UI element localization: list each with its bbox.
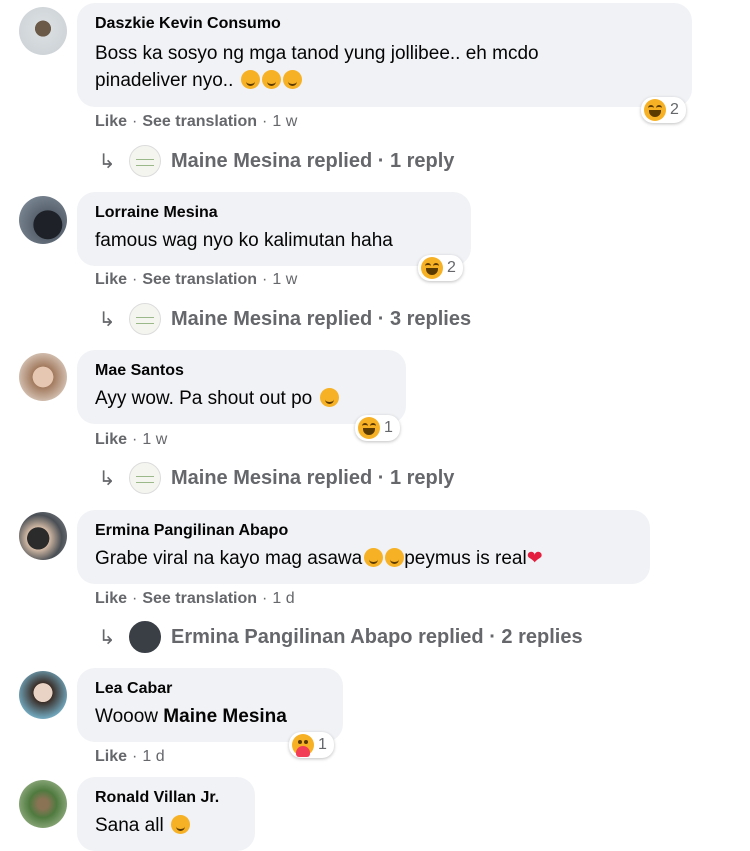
timestamp[interactable]: 1 d: [142, 747, 164, 767]
avatar[interactable]: [19, 7, 67, 55]
reaction-count: 1: [384, 419, 393, 436]
comment-bubble: Lea Cabar Wooow Maine Mesina: [77, 668, 343, 742]
comment-author[interactable]: Lea Cabar: [95, 679, 325, 699]
separator: ·: [132, 748, 138, 765]
comment-bubble: Ronald Villan Jr. Sana all: [77, 777, 255, 851]
mention-link[interactable]: Maine Mesina: [163, 706, 287, 727]
reaction-summary[interactable]: 1: [355, 415, 400, 441]
reaction-summary[interactable]: 1: [289, 732, 334, 758]
replier-avatar: [129, 621, 161, 653]
replier-avatar: [129, 462, 161, 494]
reply-arrow-icon: ↳: [98, 308, 116, 331]
rofl-emoji-icon: [385, 548, 405, 567]
haha-icon: [421, 257, 443, 279]
reply-arrow-icon: ↳: [98, 150, 116, 173]
separator: ·: [262, 271, 268, 288]
reaction-count: 2: [447, 259, 456, 276]
comment-actions: Like · See translation · 1 w: [95, 270, 297, 290]
avatar[interactable]: [19, 671, 67, 719]
comment-text: Sana all: [95, 812, 237, 839]
replies-text: Maine Mesina replied · 1 reply: [171, 466, 455, 489]
separator: ·: [262, 113, 268, 130]
replies-link[interactable]: ↳ Maine Mesina replied · 1 reply: [95, 462, 454, 494]
comment-author[interactable]: Lorraine Mesina: [95, 203, 453, 223]
rofl-emoji-icon: [364, 548, 384, 567]
reaction-count: 1: [318, 736, 327, 753]
heart-emoji-icon: ❤: [526, 548, 543, 569]
replier-avatar: [129, 303, 161, 335]
comment-actions: Like · See translation · 1 w: [95, 112, 297, 132]
separator: ·: [132, 431, 138, 448]
haha-icon: [358, 417, 380, 439]
rofl-emoji-icon: [319, 388, 339, 407]
timestamp[interactable]: 1 d: [272, 589, 294, 609]
separator: ·: [132, 113, 138, 130]
comment-author[interactable]: Mae Santos: [95, 361, 388, 381]
comment-actions: Like · 1 w: [95, 430, 167, 450]
reaction-count: 2: [670, 101, 679, 118]
like-button[interactable]: Like: [95, 270, 127, 290]
replier-avatar: [129, 145, 161, 177]
reaction-summary[interactable]: 2: [641, 97, 686, 123]
smile-emoji-icon: [261, 70, 281, 89]
comment-text: famous wag nyo ko kalimutan haha: [95, 230, 393, 251]
like-button[interactable]: Like: [95, 112, 127, 132]
see-translation-button[interactable]: See translation: [142, 112, 257, 132]
like-button[interactable]: Like: [95, 430, 127, 450]
reply-arrow-icon: ↳: [98, 467, 116, 490]
reply-arrow-icon: ↳: [98, 626, 116, 649]
timestamp[interactable]: 1 w: [142, 430, 167, 450]
comment-author[interactable]: Ronald Villan Jr.: [95, 788, 237, 808]
replies-link[interactable]: ↳ Maine Mesina replied · 1 reply: [95, 145, 454, 177]
smile-emoji-icon: [282, 70, 302, 89]
comment-text: Ayy wow. Pa shout out po: [95, 385, 388, 412]
replies-link[interactable]: ↳ Ermina Pangilinan Abapo replied · 2 re…: [95, 621, 583, 653]
separator: ·: [262, 590, 268, 607]
care-icon: [292, 734, 314, 757]
see-translation-button[interactable]: See translation: [142, 589, 257, 609]
replies-link[interactable]: ↳ Maine Mesina replied · 3 replies: [95, 303, 471, 335]
comment-bubble: Daszkie Kevin Consumo Boss ka sosyo ng m…: [77, 3, 692, 107]
like-button[interactable]: Like: [95, 747, 127, 767]
replies-text: Maine Mesina replied · 3 replies: [171, 307, 472, 330]
avatar[interactable]: [19, 196, 67, 244]
smile-emoji-icon: [170, 815, 190, 834]
comment-actions: Like · 1 d: [95, 747, 165, 767]
comment-bubble: Lorraine Mesina famous wag nyo ko kalimu…: [77, 192, 471, 266]
see-translation-button[interactable]: See translation: [142, 270, 257, 290]
comment-bubble: Mae Santos Ayy wow. Pa shout out po: [77, 350, 406, 424]
smile-emoji-icon: [240, 70, 260, 89]
replies-text: Ermina Pangilinan Abapo replied · 2 repl…: [171, 625, 583, 648]
replies-text: Maine Mesina replied · 1 reply: [171, 149, 455, 172]
like-button[interactable]: Like: [95, 589, 127, 609]
separator: ·: [132, 271, 138, 288]
avatar[interactable]: [19, 512, 67, 560]
comment-bubble: Ermina Pangilinan Abapo Grabe viral na k…: [77, 510, 650, 584]
comment-author[interactable]: Daszkie Kevin Consumo: [95, 14, 674, 34]
separator: ·: [132, 590, 138, 607]
avatar[interactable]: [19, 780, 67, 828]
comment-text: Grabe viral na kayo mag asawa peymus is r…: [95, 548, 543, 569]
comment-text: Boss ka sosyo ng mga tanod yung jollibee…: [95, 43, 539, 91]
haha-icon: [644, 99, 666, 121]
comment-actions: Like · See translation · 1 d: [95, 589, 295, 609]
timestamp[interactable]: 1 w: [272, 270, 297, 290]
comment-author[interactable]: Ermina Pangilinan Abapo: [95, 521, 632, 541]
reaction-summary[interactable]: 2: [418, 255, 463, 281]
timestamp[interactable]: 1 w: [272, 112, 297, 132]
avatar[interactable]: [19, 353, 67, 401]
comment-text: Wooow Maine Mesina: [95, 706, 287, 727]
